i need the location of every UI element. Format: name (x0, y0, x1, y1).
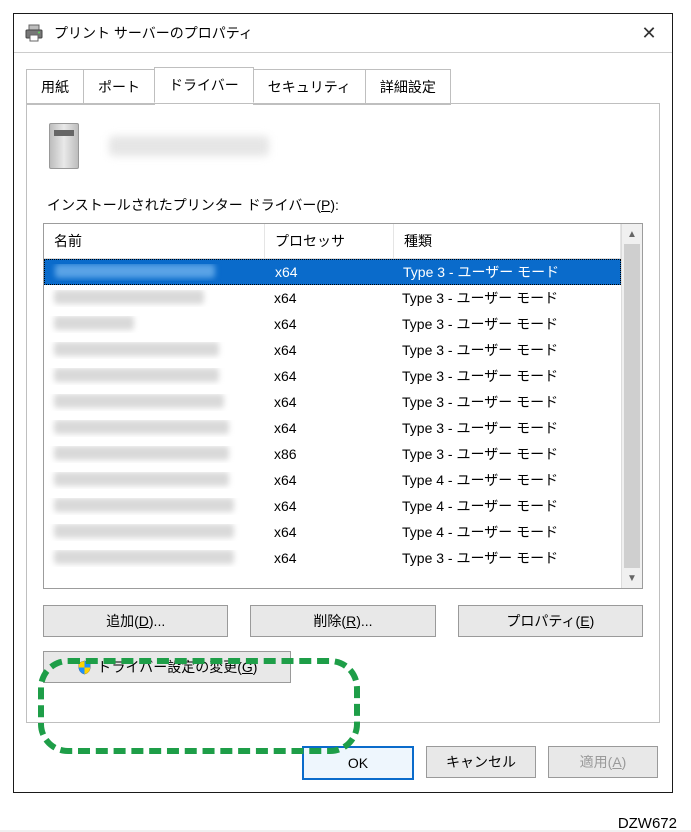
driver-row[interactable]: x64Type 3 - ユーザー モード (44, 545, 621, 571)
scrollbar[interactable]: ▲ ▼ (621, 224, 642, 588)
driver-row[interactable]: x64Type 3 - ユーザー モード (44, 259, 621, 285)
printer-icon (24, 24, 44, 42)
tab-advanced[interactable]: 詳細設定 (365, 69, 451, 105)
server-header (43, 103, 643, 195)
window-title: プリント サーバーのプロパティ (54, 23, 626, 43)
col-processor[interactable]: プロセッサ (265, 224, 394, 258)
apply-button: 適用(A) (548, 746, 658, 778)
tab-paper[interactable]: 用紙 (26, 69, 84, 105)
driver-list[interactable]: 名前 プロセッサ 種類 x64Type 3 - ユーザー モードx64Type … (43, 223, 643, 589)
scroll-down-icon[interactable]: ▼ (622, 568, 642, 588)
driver-row[interactable]: x64Type 4 - ユーザー モード (44, 519, 621, 545)
server-name-redacted (109, 136, 269, 156)
driver-row[interactable]: x64Type 3 - ユーザー モード (44, 337, 621, 363)
scroll-thumb[interactable] (624, 244, 640, 568)
change-driver-settings-button[interactable]: ドライバー設定の変更(G) (43, 651, 291, 683)
titlebar: プリント サーバーのプロパティ ✕ (14, 14, 672, 53)
tab-security[interactable]: セキュリティ (253, 69, 366, 105)
print-server-properties-window: プリント サーバーのプロパティ ✕ 用紙 ポート ドライバー セキュリティ 詳細… (13, 13, 673, 793)
uac-shield-icon (77, 660, 92, 675)
installed-drivers-label: インストールされたプリンター ドライバー(P): (47, 195, 643, 215)
col-type[interactable]: 種類 (394, 224, 621, 258)
driver-row[interactable]: x64Type 3 - ユーザー モード (44, 389, 621, 415)
tabstrip: 用紙 ポート ドライバー セキュリティ 詳細設定 (14, 53, 672, 103)
driver-row[interactable]: x64Type 3 - ユーザー モード (44, 363, 621, 389)
driver-row[interactable]: x86Type 3 - ユーザー モード (44, 441, 621, 467)
close-icon: ✕ (641, 23, 656, 44)
properties-button[interactable]: プロパティ(E) (458, 605, 643, 637)
grid-header: 名前 プロセッサ 種類 (44, 224, 621, 259)
scroll-up-icon[interactable]: ▲ (622, 224, 642, 244)
driver-row[interactable]: x64Type 3 - ユーザー モード (44, 285, 621, 311)
add-button[interactable]: 追加(D)... (43, 605, 228, 637)
remove-button[interactable]: 削除(R)... (250, 605, 435, 637)
tab-driver[interactable]: ドライバー (154, 67, 254, 103)
driver-row[interactable]: x64Type 3 - ユーザー モード (44, 415, 621, 441)
tab-port[interactable]: ポート (83, 69, 155, 105)
col-name[interactable]: 名前 (44, 224, 265, 258)
driver-row[interactable]: x64Type 4 - ユーザー モード (44, 467, 621, 493)
driver-row[interactable]: x64Type 3 - ユーザー モード (44, 311, 621, 337)
dialog-buttons: OK キャンセル 適用(A) (302, 746, 658, 780)
figure-code: DZW672 (618, 815, 677, 832)
cancel-button[interactable]: キャンセル (426, 746, 536, 778)
driver-row[interactable]: x64Type 4 - ユーザー モード (44, 493, 621, 519)
scroll-track[interactable] (622, 244, 642, 568)
server-icon (49, 123, 79, 169)
driver-button-row: 追加(D)... 削除(R)... プロパティ(E) (43, 605, 643, 637)
close-button[interactable]: ✕ (626, 14, 672, 52)
ok-button[interactable]: OK (302, 746, 414, 780)
driver-panel: インストールされたプリンター ドライバー(P): 名前 プロセッサ 種類 x64… (26, 103, 660, 723)
